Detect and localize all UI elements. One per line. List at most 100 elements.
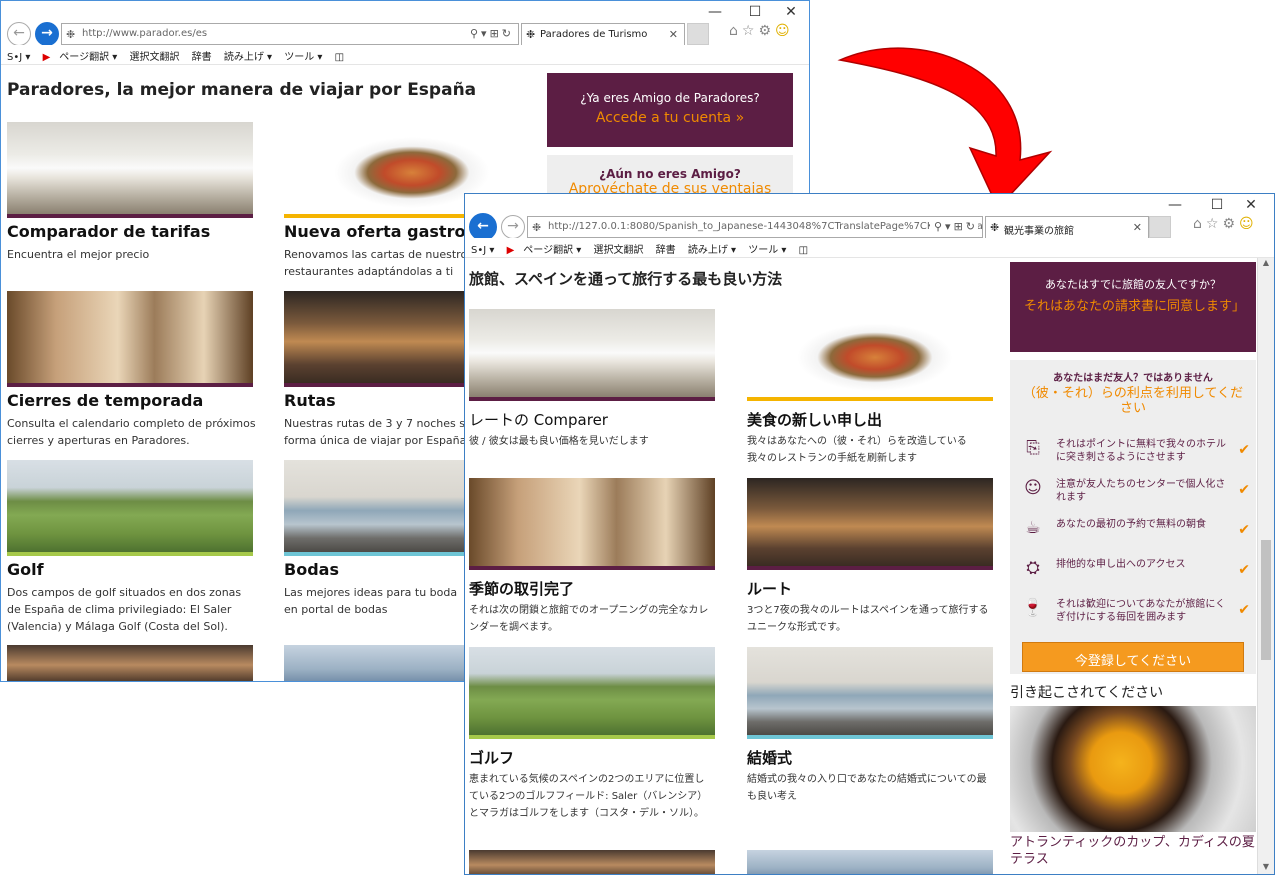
benefit-text: それはポイントに無料で我々のホテルに突き刺さるようにさせます (1056, 439, 1226, 463)
toolbar-item[interactable]: 選択文翻訳 (129, 52, 179, 63)
smiley-icon: ☺ (1239, 216, 1258, 232)
friends-question: あなたはすでに旅館の友人ですか？ (1044, 278, 1222, 291)
card-title[interactable]: Cierres de temporada (7, 391, 203, 410)
close-window-icon[interactable]: ✕ (771, 4, 809, 20)
play-icon: ▶ (506, 245, 515, 256)
new-tab-button[interactable] (687, 23, 709, 45)
card-text: Dos campos de golf situados en dos zonas… (7, 586, 242, 633)
browser-icons[interactable]: ⌂☆⚙☺ (729, 23, 794, 39)
close-tab-icon[interactable]: ✕ (1133, 221, 1142, 234)
search-refresh-icon[interactable]: ⚲▾⊞↻ (470, 27, 514, 40)
discount-icon: ⛭ (1026, 558, 1040, 578)
toolbar-item[interactable]: 読み上げ ▾ (224, 52, 272, 63)
card-title[interactable]: Nueva oferta gastronó (284, 222, 488, 241)
new-tab-button[interactable] (1149, 216, 1171, 238)
address-bar[interactable]: ❉ http://127.0.0.1:8080/Spanish_to_Japan… (527, 216, 983, 238)
card-image[interactable] (747, 850, 993, 874)
minimize-icon[interactable]: — (695, 4, 735, 20)
card-title[interactable]: Golf (7, 560, 44, 579)
benefit-item: ☺ 注意が友人たちのセンターで個人化されます ✔ (1020, 472, 1250, 510)
tab-favicon-icon: ❉ (990, 221, 1000, 234)
card-text: 我々はあなたへの（彼・それ）らを改造している我々のレストランの手紙を刷新します (747, 436, 967, 464)
address-bar[interactable]: ❉ http://www.parador.es/es ⚲▾⊞↻ (61, 23, 519, 45)
title-bar: ← → ❉ http://127.0.0.1:8080/Spanish_to_J… (465, 194, 1274, 241)
toolbar-item[interactable]: 辞書 (192, 52, 212, 63)
card-golf[interactable]: Golf Dos campos de golf situados en dos … (7, 460, 253, 640)
card-title[interactable]: Rutas (284, 391, 336, 410)
card-comparador[interactable]: Comparador de tarifas Encuentra el mejor… (7, 122, 253, 272)
translator-toolbar: S•J ▾ ▶ ページ翻訳 ▾ 選択文翻訳 辞書 読み上げ ▾ ツール ▾ ◫ (465, 238, 1274, 258)
card-routes[interactable]: ルート 3つと7夜の我々のルートはスペインを通って旅行するユニークな形式です。 (747, 478, 993, 638)
inspire-image[interactable] (1010, 706, 1256, 832)
card-image[interactable] (469, 647, 715, 739)
card-image[interactable] (469, 850, 715, 874)
browser-tab[interactable]: ❉ 観光事業の旅館 ✕ (985, 216, 1149, 238)
translation-arrow-icon (837, 47, 1053, 210)
card-text: 恵まれている気候のスペインの2つのエリアに位置している2つのゴルフフィールド: … (469, 774, 708, 819)
card-title[interactable]: 季節の取引完了 (469, 578, 574, 599)
toolbar-item[interactable]: 読み上げ ▾ (688, 245, 736, 256)
card-text: 結婚式の我々の入り口であなたの結婚式についての最も良い考え (747, 774, 987, 802)
card-title[interactable]: ルート (747, 578, 792, 599)
browser-icons[interactable]: ⌂☆⚙☺ (1193, 216, 1258, 232)
card-image[interactable] (7, 460, 253, 556)
close-window-icon[interactable]: ✕ (1231, 197, 1271, 213)
close-tab-icon[interactable]: ✕ (669, 28, 678, 41)
back-button[interactable]: ← (7, 22, 31, 46)
benefit-text: それは歓迎についてあなたが旅館にくぎ付けにする毎回を囲みます (1056, 599, 1226, 623)
card-image[interactable] (7, 645, 253, 681)
toolbar-item[interactable]: S•J ▾ (471, 245, 494, 256)
forward-button[interactable]: → (35, 22, 59, 46)
scroll-up-icon[interactable]: ▲ (1258, 258, 1274, 272)
toolbar-item[interactable]: ツール ▾ (748, 245, 786, 256)
star-icon: ☆ (1205, 216, 1223, 232)
card-wedding[interactable]: 結婚式 結婚式の我々の入り口であなたの結婚式についての最も良い考え (747, 647, 993, 827)
title-bar: ← → ❉ http://www.parador.es/es ⚲▾⊞↻ ❉ Pa… (1, 1, 809, 46)
friends-question: ¿Ya eres Amigo de Paradores? (580, 91, 760, 105)
browser-tab[interactable]: ❉ Paradores de Turismo ✕ (521, 23, 685, 45)
scroll-thumb[interactable] (1261, 540, 1271, 660)
card-title[interactable]: 結婚式 (747, 747, 792, 768)
card-gastronomy[interactable]: 美食の新しい申し出 我々はあなたへの（彼・それ）らを改造している我々のレストラン… (747, 309, 993, 474)
card-cierres[interactable]: Cierres de temporada Consulta el calenda… (7, 291, 256, 451)
forward-button[interactable]: → (501, 215, 525, 239)
minimize-icon[interactable]: — (1155, 197, 1195, 213)
card-rate-comparer[interactable]: レートの Comparer 彼 / 彼女は最も良い価格を見いだします (469, 309, 715, 474)
toolbar-item[interactable]: ページ翻訳 ▾ (523, 245, 581, 256)
card-image[interactable] (469, 478, 715, 570)
toolbar-item[interactable]: 辞書 (656, 245, 676, 256)
card-title[interactable]: 美食の新しい申し出 (747, 409, 882, 430)
login-link[interactable]: Accede a tu cuenta » (547, 105, 793, 126)
tab-favicon-icon: ❉ (526, 28, 536, 41)
toolbar-item[interactable]: ページ翻訳 ▾ (59, 52, 117, 63)
card-image[interactable] (7, 291, 253, 387)
card-image[interactable] (469, 309, 715, 401)
page-title: 旅館、スペインを通って旅行する最も良い方法 (469, 270, 783, 288)
benefits-link[interactable]: （彼・それ）らの利点を利用してください (1010, 384, 1256, 416)
register-button[interactable]: 今登録してください (1022, 642, 1244, 672)
card-golf[interactable]: ゴルフ 恵まれている気候のスペインの2つのエリアに位置している2つのゴルフフィー… (469, 647, 715, 847)
help-icon[interactable]: ◫ (335, 52, 344, 63)
scroll-down-icon[interactable]: ▼ (1258, 862, 1274, 874)
card-title[interactable]: Bodas (284, 560, 339, 579)
card-title[interactable]: Comparador de tarifas (7, 222, 210, 241)
toolbar-item[interactable]: ツール ▾ (284, 52, 322, 63)
card-season-closures[interactable]: 季節の取引完了 それは次の閉鎖と旅館でのオープニングの完全なカレンダーを調べます… (469, 478, 715, 638)
toolbar-item[interactable]: 選択文翻訳 (593, 245, 643, 256)
page-title: Paradores, la mejor manera de viajar por… (7, 80, 477, 100)
coffee-icon: ☕ (1025, 518, 1041, 538)
back-button[interactable]: ← (469, 213, 497, 241)
card-title[interactable]: レートの Comparer (469, 409, 608, 430)
scrollbar[interactable]: ▲ ▼ (1257, 258, 1274, 874)
toolbar-item[interactable]: S•J ▾ (7, 52, 30, 63)
card-image[interactable] (747, 478, 993, 570)
login-link[interactable]: それはあなたの請求書に同意します」 (1010, 292, 1256, 315)
card-title[interactable]: ゴルフ (469, 747, 514, 768)
card-image[interactable] (747, 309, 993, 401)
help-icon[interactable]: ◫ (799, 245, 808, 256)
card-image[interactable] (7, 122, 253, 218)
inspire-caption[interactable]: アトランティックのカップ、カディスの夏テラス (1010, 834, 1256, 868)
maximize-icon[interactable]: ☐ (735, 4, 775, 20)
search-refresh-icon[interactable]: ⚲▾⊞↻ (929, 220, 978, 233)
card-image[interactable] (747, 647, 993, 739)
